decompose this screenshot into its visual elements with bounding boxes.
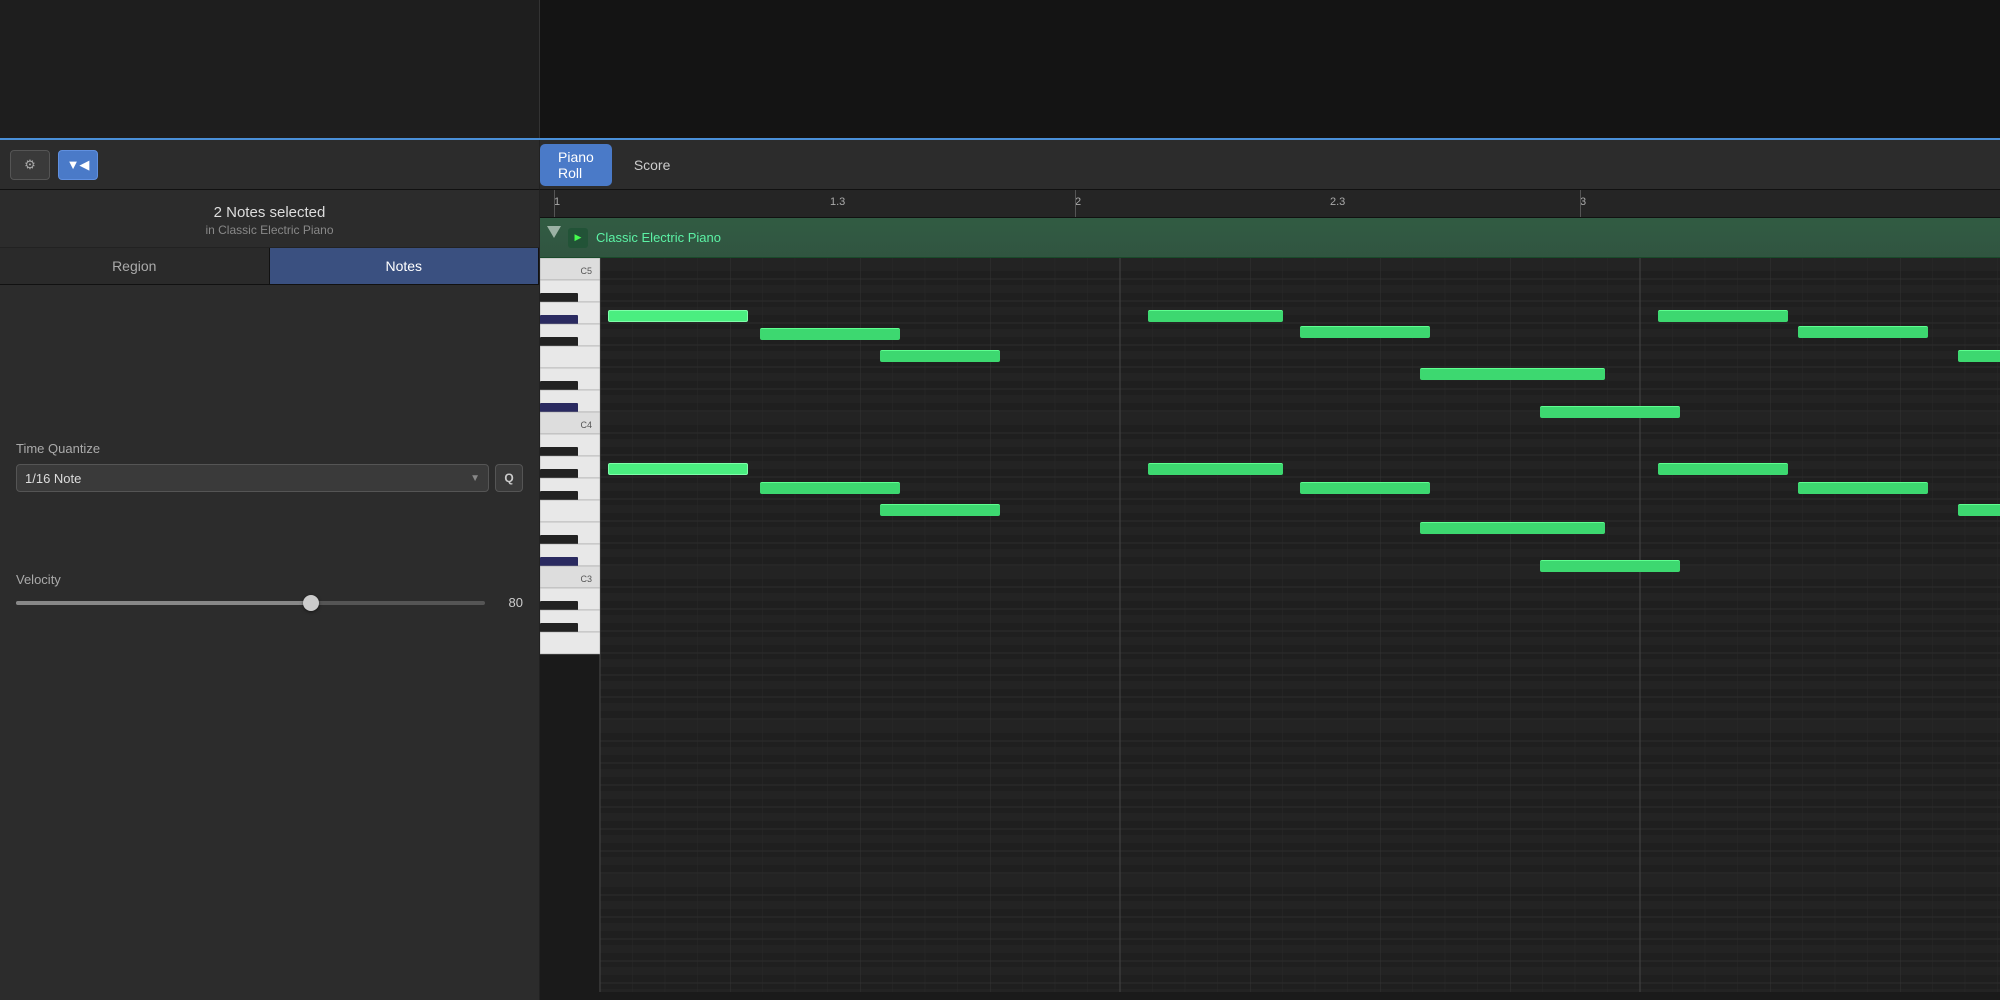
settings-icon: ⚙ (24, 157, 36, 173)
piano-keys-svg: C5 (540, 258, 600, 958)
piano-roll-container: 1 1.3 2 2.3 3 ▶ Classic Electric Piano (540, 140, 2000, 1000)
info-section: 2 Notes selected in Classic Electric Pia… (0, 190, 539, 248)
note-7[interactable] (1658, 310, 1788, 322)
note-11[interactable] (760, 482, 900, 494)
piano-keys: C5 (540, 258, 600, 992)
notes-tab[interactable]: Notes (270, 248, 540, 284)
time-quantize-select[interactable]: 1/16 Note ▼ (16, 464, 489, 492)
note-13[interactable] (1148, 463, 1283, 475)
marker-2-3: 2.3 (1330, 196, 1345, 208)
time-quantize-label: Time Quantize (16, 441, 523, 456)
beat-line-1 (554, 190, 555, 217)
velocity-slider-track[interactable] (16, 601, 485, 605)
velocity-slider-row: 80 (16, 595, 523, 610)
left-panel: ⚙ ▼◀ Piano Roll Score 2 Notes selected i… (0, 140, 540, 1000)
marker-1-3: 1.3 (830, 196, 845, 208)
piano-roll-header-spacer (540, 140, 2000, 190)
note-18[interactable] (1958, 504, 2000, 516)
playhead-marker (547, 226, 561, 238)
play-icon: ▶ (575, 232, 582, 243)
top-right-panel (540, 0, 2000, 138)
filter-icon: ▼◀ (67, 157, 90, 173)
note-2[interactable] (760, 328, 900, 340)
time-quantize-value: 1/16 Note (25, 471, 81, 486)
beat-line-3 (1580, 190, 1581, 217)
note-17[interactable] (1798, 482, 1928, 494)
velocity-slider-thumb[interactable] (303, 595, 319, 611)
grid-scroll[interactable] (600, 258, 2000, 992)
note-5[interactable] (1300, 326, 1430, 338)
track-header-strip: ▶ Classic Electric Piano (540, 218, 2000, 258)
note-9[interactable] (1958, 350, 2000, 362)
panel-tabs: Region Notes (0, 248, 539, 285)
left-toolbar: ⚙ ▼◀ (0, 140, 540, 190)
note-6[interactable] (1420, 368, 1605, 380)
params-area: Time Quantize 1/16 Note ▼ Q Velocity (0, 285, 539, 1000)
velocity-label: Velocity (16, 572, 523, 587)
time-quantize-row: 1/16 Note ▼ Q (16, 464, 523, 492)
score-tab[interactable]: Score (616, 152, 689, 178)
note-16[interactable] (1658, 463, 1788, 475)
view-tabs-container: Piano Roll Score (540, 140, 708, 189)
note-3[interactable] (880, 350, 1000, 362)
velocity-slider-fill (16, 601, 311, 605)
top-area (0, 0, 2000, 140)
grid-svg (600, 258, 2000, 992)
select-arrow-icon: ▼ (470, 473, 480, 484)
quantize-button[interactable]: Q (495, 464, 523, 492)
note-4[interactable] (1148, 310, 1283, 322)
track-play-button[interactable]: ▶ (568, 228, 588, 248)
time-quantize-group: Time Quantize 1/16 Note ▼ Q (16, 441, 523, 492)
full-header-row: ⚙ ▼◀ Piano Roll Score (0, 140, 539, 190)
region-tab[interactable]: Region (0, 248, 270, 284)
velocity-group: Velocity 80 (16, 572, 523, 610)
view-tab-group: Piano Roll Score (540, 144, 688, 186)
piano-grid-area: C5 (540, 258, 2000, 992)
beat-line-2 (1075, 190, 1076, 217)
track-name: Classic Electric Piano (596, 230, 721, 245)
note-1[interactable] (608, 310, 748, 322)
timeline-markers: 1 1.3 2 2.3 3 (540, 190, 2000, 217)
filter-button[interactable]: ▼◀ (58, 150, 98, 180)
main-editor: ⚙ ▼◀ Piano Roll Score 2 Notes selected i… (0, 140, 2000, 1000)
note-12[interactable] (880, 504, 1000, 516)
svg-text:C3: C3 (580, 574, 592, 584)
settings-button[interactable]: ⚙ (10, 150, 50, 180)
horizontal-scrollbar[interactable] (540, 992, 2000, 1000)
timeline-ruler: 1 1.3 2 2.3 3 (540, 190, 2000, 218)
piano-roll-tab[interactable]: Piano Roll (540, 144, 612, 186)
top-left-panel (0, 0, 540, 138)
selected-notes-label: 2 Notes selected (16, 204, 523, 221)
note-10[interactable] (608, 463, 748, 475)
note-20[interactable] (1540, 560, 1680, 572)
svg-text:C4: C4 (580, 420, 592, 430)
piano-keys-group[interactable]: C5 (540, 258, 600, 654)
velocity-value: 80 (495, 595, 523, 610)
note-14[interactable] (1300, 482, 1430, 494)
svg-text:C5: C5 (580, 266, 592, 276)
instrument-label: in Classic Electric Piano (16, 223, 523, 237)
note-8[interactable] (1798, 326, 1928, 338)
region-overlay (540, 218, 2000, 257)
note-19[interactable] (1540, 406, 1680, 418)
note-15[interactable] (1420, 522, 1605, 534)
